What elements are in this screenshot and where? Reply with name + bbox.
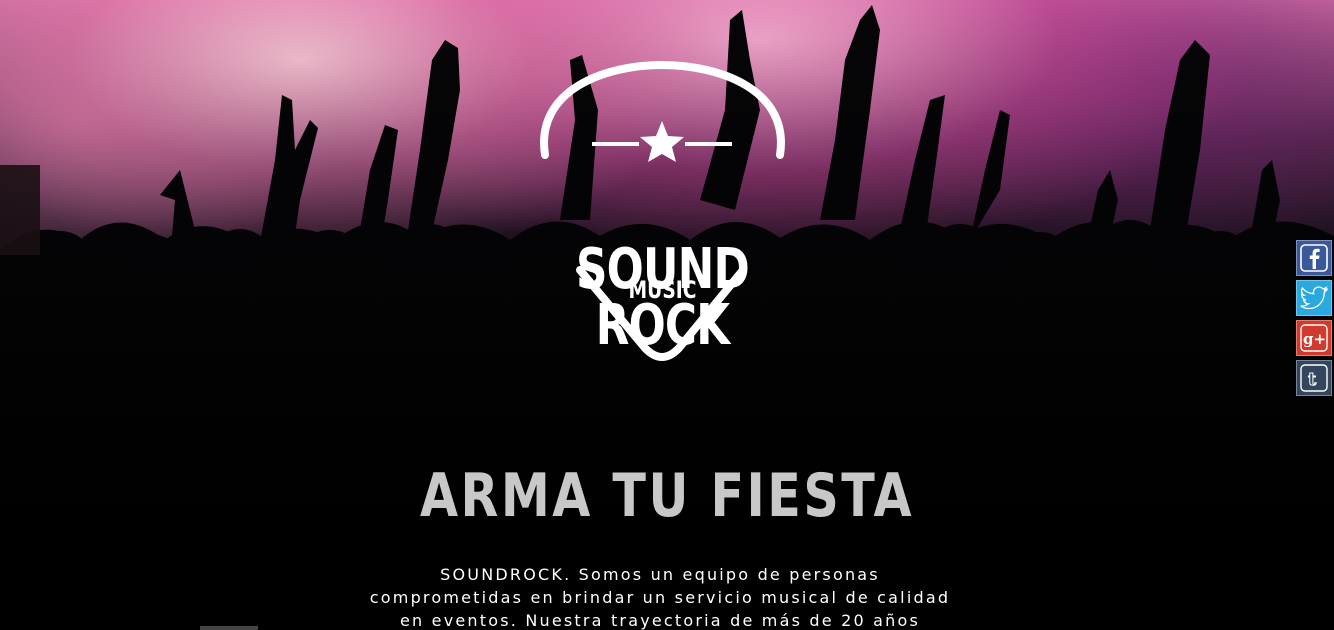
- intro-line-2: comprometidas en brindar un servicio mus…: [369, 588, 951, 607]
- facebook-share-button[interactable]: [1296, 240, 1332, 276]
- svg-text:t: t: [1308, 369, 1317, 390]
- twitter-share-button[interactable]: [1296, 280, 1332, 316]
- hero-section: SOUND ROCK MUSIC ARMA TU FIESTA SOUNDROC…: [0, 0, 1334, 630]
- intro-text: SOUNDROCK. Somos un equipo de personas c…: [330, 563, 990, 630]
- twitter-icon: [1300, 286, 1328, 310]
- google-plus-share-button[interactable]: g+: [1296, 320, 1332, 356]
- intro-line-1: SOUNDROCK. Somos un equipo de personas: [440, 565, 880, 584]
- svg-text:g+: g+: [1303, 330, 1326, 348]
- sound-rock-logo[interactable]: SOUND ROCK MUSIC: [495, 60, 830, 365]
- google-plus-icon: g+: [1300, 324, 1328, 352]
- scroll-indicator: [200, 626, 258, 630]
- tumblr-share-button[interactable]: t: [1296, 360, 1332, 396]
- tumblr-icon: t: [1300, 364, 1328, 392]
- social-share-bar: g+ t: [1296, 240, 1334, 400]
- intro-line-3: en eventos. Nuestra trayectoria de más d…: [399, 611, 920, 630]
- page-headline: ARMA TU FIESTA: [420, 461, 914, 531]
- brand-tagline: MUSIC: [628, 276, 697, 304]
- facebook-icon: [1300, 244, 1328, 272]
